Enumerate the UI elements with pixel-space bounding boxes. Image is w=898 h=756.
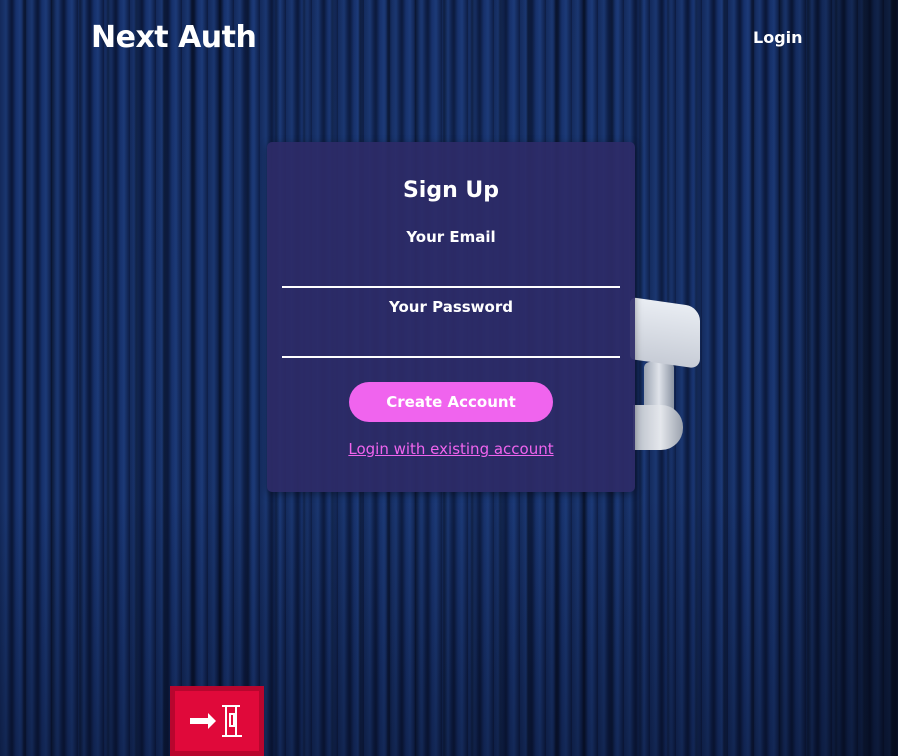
top-navbar: Next Auth Login (0, 0, 898, 80)
signup-title: Sign Up (402, 178, 500, 203)
camera-base (633, 405, 683, 450)
email-field[interactable] (282, 260, 620, 288)
security-camera-icon (630, 297, 700, 369)
email-label: Your Email (406, 228, 496, 246)
signup-card: Sign Up Your Email Your Password Create … (267, 142, 635, 492)
fire-exit-sign-icon (170, 686, 264, 756)
login-existing-link[interactable]: Login with existing account (267, 440, 635, 458)
nav-login-link[interactable]: Login (753, 28, 803, 47)
create-account-button[interactable]: Create Account (349, 382, 553, 422)
site-logo[interactable]: Next Auth (91, 20, 257, 55)
background-fade (0, 496, 898, 756)
password-field[interactable] (282, 330, 620, 358)
password-label: Your Password (389, 298, 513, 316)
